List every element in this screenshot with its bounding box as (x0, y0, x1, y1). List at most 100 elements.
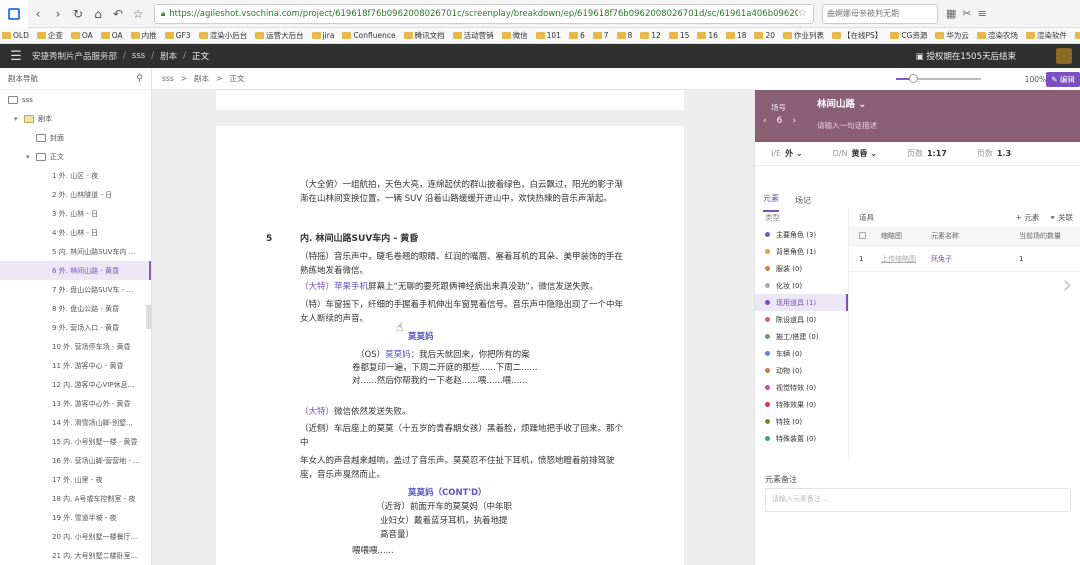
star-icon[interactable]: ☆ (128, 4, 148, 24)
browser-search-input[interactable]: 曲婀娜母亲被判无期 (822, 3, 938, 24)
grid-icon[interactable]: ▦ (946, 7, 956, 20)
sidebar-scene-item[interactable]: 19 外. 雪道半坡 - 夜 (0, 508, 151, 527)
zoom-slider-knob[interactable] (908, 74, 918, 83)
zoom-slider[interactable] (896, 74, 981, 83)
breadcrumb-script[interactable]: 剧本 (160, 50, 177, 62)
ie-select[interactable]: 外 ⌄ (785, 148, 803, 159)
sidebar-scene-item[interactable]: 2 外. 山林隧道 - 日 (0, 185, 151, 204)
sidebar-scene-item[interactable]: 16 外. 营场山脚-营营地 - ... (0, 451, 151, 470)
bookmark-item[interactable]: OA (70, 31, 93, 40)
sidebar-scene-item[interactable]: 6 外. 林间山路 - 黄昏 (0, 261, 151, 280)
bookmark-item[interactable]: 12 (640, 31, 661, 40)
bookmark-item[interactable]: 101 (535, 31, 561, 40)
cut-icon[interactable]: ✂ (962, 7, 971, 20)
bookmark-item[interactable]: 腾讯文档 (403, 30, 445, 41)
address-bar[interactable]: 🔒︎ https://agileshot.vsochina.com/projec… (154, 3, 814, 24)
category-item[interactable]: 背景角色 (1) (755, 243, 848, 260)
add-element-button[interactable]: + 元素 (1016, 212, 1040, 223)
duration-value[interactable]: 1:17 (927, 149, 947, 158)
browser-menu-icon[interactable] (0, 0, 28, 28)
breadcrumb-project[interactable]: sss (132, 51, 145, 61)
category-item[interactable]: 特殊装置 (0) (755, 430, 848, 447)
edit-button[interactable]: ✎ 编辑 (1046, 71, 1080, 87)
bookmark-item[interactable]: 7 (592, 31, 609, 40)
bookmark-star-icon[interactable]: ☆ (798, 8, 807, 19)
sidebar-scene-item[interactable]: 8 外. 盘山公路 - 黄昏 (0, 299, 151, 318)
sidebar-scene-item[interactable]: 12 内. 游客中心VIP休息... (0, 375, 151, 394)
table-row[interactable]: 1 上传缩略图 死兔子 1 (849, 246, 1080, 272)
bookmark-item[interactable]: Confluence (342, 31, 396, 40)
sidebar-scene-item[interactable]: 17 外. 山里 - 夜 (0, 470, 151, 489)
reload-icon[interactable]: ↻ (68, 4, 88, 24)
upload-thumbnail-link[interactable]: 上传缩略图 (871, 254, 923, 264)
category-item[interactable]: 化妆 (0) (755, 277, 848, 294)
avatar[interactable] (1056, 48, 1072, 64)
sidebar-scene-item[interactable]: 13 外. 游客中心外 - 黄昏 (0, 394, 151, 413)
bookmark-item[interactable]: 20 (754, 31, 775, 40)
bookmark-item[interactable]: 华为云 (935, 30, 969, 41)
chevron-left-icon[interactable]: ‹ (763, 116, 767, 126)
bookmark-item[interactable]: OA (100, 31, 123, 40)
sidebar-scene-item[interactable]: 21 内. 大号别墅二楼卧室... (0, 546, 151, 565)
bookmark-item[interactable]: 渲染小后台 (198, 30, 247, 41)
back-icon[interactable]: ‹ (28, 4, 48, 24)
bookmark-item[interactable]: 渲染农场 (976, 30, 1018, 41)
category-item[interactable]: 陈设道具 (0) (755, 311, 848, 328)
tree-body[interactable]: ▾ 正文 (0, 147, 151, 166)
category-item[interactable]: 车辆 (0) (755, 345, 848, 362)
sidebar-scene-item[interactable]: 20 内. 小号别墅一楼餐厅... (0, 527, 151, 546)
chevron-right-icon[interactable]: › (792, 116, 796, 126)
bookmark-item[interactable]: 8 (616, 31, 632, 40)
bookmark-item[interactable]: 18 (725, 31, 746, 40)
category-item[interactable]: 施工/搭建 (0) (755, 328, 848, 345)
chevron-down-icon[interactable]: ⌄ (858, 99, 866, 110)
bookmark-item[interactable]: CG资源 (890, 30, 927, 41)
ws-crumb-project[interactable]: sss (162, 74, 174, 83)
bookmark-item[interactable]: 作业列表 (783, 30, 824, 41)
category-item[interactable]: 服装 (0) (755, 260, 848, 277)
select-all-checkbox[interactable] (859, 232, 866, 239)
character-name[interactable]: 莫莫妈（CONT'D） (408, 486, 487, 500)
undo-icon[interactable]: ↶ (108, 4, 128, 24)
sidebar-scene-item[interactable]: 11 外. 游客中心 - 黄昏 (0, 356, 151, 375)
bookmark-item[interactable]: 内推 (130, 30, 157, 41)
filter-icon[interactable]: ⚲ (136, 74, 143, 84)
chevron-down-icon[interactable]: ▾ (14, 115, 22, 123)
bookmark-item[interactable]: jira (311, 31, 334, 40)
sidebar-scene-item[interactable]: 7 外. 盘山公路SUV车 - ... (0, 280, 151, 299)
breadcrumb-org[interactable]: 安捷秀制片产品服务部 (32, 50, 117, 62)
ws-crumb-script[interactable]: 剧本 (194, 73, 209, 84)
category-item[interactable]: 特殊效果 (0) (755, 396, 848, 413)
bookmark-item[interactable]: 渲染器 (1074, 30, 1080, 41)
pages-value[interactable]: 1.3 (997, 149, 1011, 158)
sidebar-scene-item[interactable]: 3 外. 山林 - 日 (0, 204, 151, 223)
category-item[interactable]: 视觉特效 (0) (755, 379, 848, 396)
bookmark-item[interactable]: 微信 (501, 30, 528, 41)
bookmark-item[interactable]: 16 (697, 31, 718, 40)
scene-title[interactable]: 林间山路 ⌄ (817, 96, 866, 110)
sidebar-scene-item[interactable]: 5 内. 林间山路SUV车内 ... (0, 242, 151, 261)
element-count[interactable]: 1 (1013, 255, 1080, 263)
bookmark-item[interactable]: 【在线PS】 (832, 30, 882, 41)
bookmark-item[interactable]: 渲染软件 (1025, 30, 1067, 41)
sidebar-scene-item[interactable]: 15 内. 小号别墅一楼 - 黄昏 (0, 432, 151, 451)
category-item[interactable]: 动物 (0) (755, 362, 848, 379)
bookmark-item[interactable]: 6 (568, 31, 585, 40)
element-highlight[interactable]: 莫莫妈 (385, 350, 411, 360)
link-element-button[interactable]: ⚭ 关联 (1049, 212, 1073, 223)
category-item[interactable]: 特技 (0) (755, 413, 848, 430)
category-item[interactable]: 现用道具 (1) (755, 294, 848, 311)
hamburger-icon[interactable]: ☰ (0, 49, 32, 64)
character-name[interactable]: 莫莫妈 (408, 330, 434, 344)
dn-select[interactable]: 黄昏 ⌄ (851, 148, 877, 159)
chevron-down-icon[interactable]: ▾ (26, 153, 34, 161)
bookmark-item[interactable]: OLD (2, 31, 29, 40)
bookmark-item[interactable]: 活动营销 (452, 30, 494, 41)
category-item[interactable]: 主要角色 (3) (755, 226, 848, 243)
tree-cover[interactable]: 封面 (0, 128, 151, 147)
tree-root[interactable]: sss (0, 90, 151, 109)
script-page[interactable]: （大全俯）一组航拍，天色大亮，连绵起伏的群山披着绿色，白云飘过，阳光的影子渐渐在… (216, 126, 684, 565)
sidebar-scene-item[interactable]: 9 外. 营场入口 - 黄昏 (0, 318, 151, 337)
bookmark-item[interactable]: 15 (668, 31, 689, 40)
notes-input[interactable]: 请输入元素备注... (765, 488, 1071, 512)
